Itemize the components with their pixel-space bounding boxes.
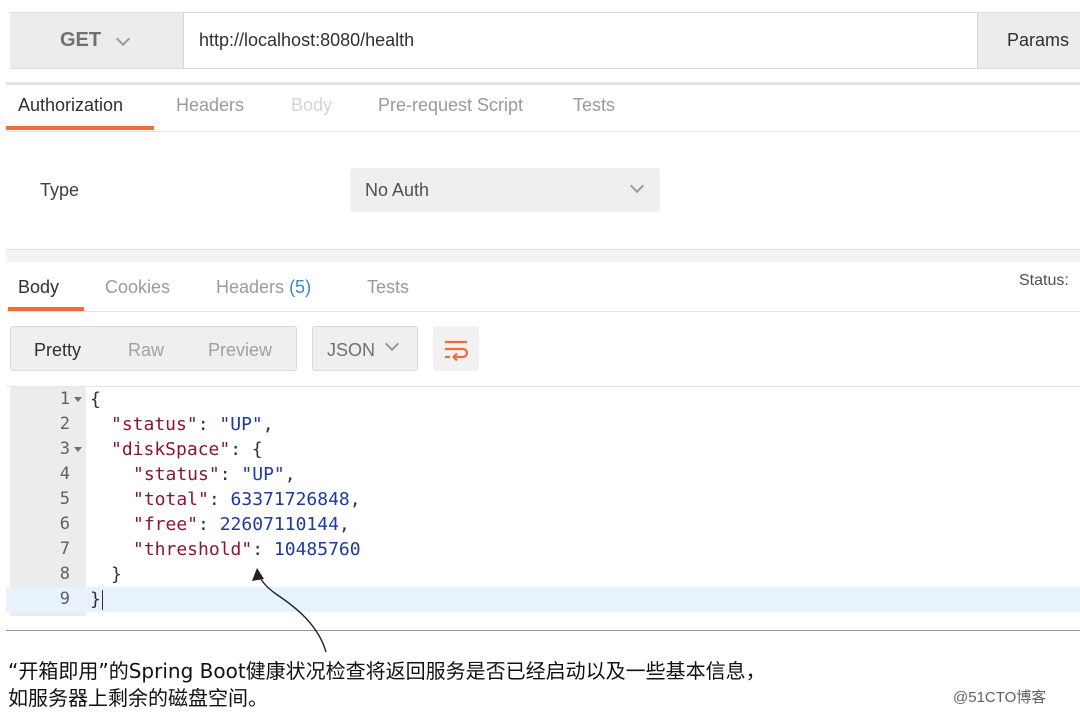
code-text: } <box>90 587 103 612</box>
text-cursor <box>101 590 103 610</box>
response-toolbar: Pretty Raw Preview JSON <box>6 312 1080 386</box>
line-number: 8 <box>59 564 70 584</box>
tab-pre-request-script[interactable]: Pre-request Script <box>378 95 523 116</box>
params-button[interactable]: Params <box>977 13 1080 68</box>
json-key: "status" <box>111 414 198 435</box>
chevron-down-icon <box>115 31 131 47</box>
tab-headers[interactable]: Headers <box>176 95 244 116</box>
tab-response-tests[interactable]: Tests <box>367 277 409 298</box>
auth-type-label: Type <box>40 180 80 200</box>
code-line: 2 "status": "UP", <box>6 412 1080 437</box>
code-line: 1 { <box>6 387 1080 412</box>
active-tab-indicator <box>8 307 84 311</box>
auth-panel: Type No Auth <box>6 132 1080 250</box>
view-preview-button[interactable]: Preview <box>208 340 272 361</box>
json-separator: : <box>219 464 242 485</box>
code-text: { <box>90 389 101 410</box>
active-tab-indicator <box>6 126 154 130</box>
auth-type-value: No Auth <box>365 180 430 200</box>
response-body-editor[interactable]: 1 { 2 "status": "UP", 3 "diskSpace": { 4… <box>6 386 1080 631</box>
view-raw-button[interactable]: Raw <box>128 340 164 361</box>
line-number: 7 <box>59 539 70 559</box>
json-key: "diskSpace" <box>111 439 231 460</box>
code-line: 8 } <box>6 562 1080 587</box>
tab-tests[interactable]: Tests <box>573 95 615 116</box>
status-label: Status: <box>1019 272 1069 289</box>
line-number: 3 <box>59 439 70 459</box>
code-text: "status": "UP", <box>111 412 274 437</box>
json-separator: : <box>197 414 220 435</box>
code-text: "status": "UP", <box>133 462 296 487</box>
method-dropdown[interactable]: GET <box>10 13 184 68</box>
json-punct: , <box>284 464 296 485</box>
json-key: "status" <box>133 464 220 485</box>
fold-toggle-icon[interactable] <box>74 447 82 452</box>
json-value: "UP" <box>241 464 285 485</box>
json-key: "total" <box>133 489 209 510</box>
code-line: 5 "total": 63371726848, <box>6 487 1080 512</box>
chevron-down-icon <box>629 178 645 194</box>
code-line: 6 "free": 22607110144, <box>6 512 1080 537</box>
auth-type-select[interactable]: No Auth <box>350 168 660 212</box>
code-text: "total": 63371726848, <box>133 487 361 512</box>
json-separator: : { <box>230 439 263 460</box>
code-text: "free": 22607110144, <box>133 512 350 537</box>
json-value: 22607110144 <box>219 514 339 535</box>
code-line: 3 "diskSpace": { <box>6 437 1080 462</box>
view-mode-switch: Pretty Raw Preview <box>10 326 297 371</box>
figure-caption: “开箱即用”的Spring Boot健康状况检查将返回服务是否已经启动以及一些基… <box>8 658 928 712</box>
view-pretty-button[interactable]: Pretty <box>34 340 81 361</box>
tab-response-body[interactable]: Body <box>18 277 59 298</box>
code-text: "threshold": 10485760 <box>133 537 361 562</box>
json-separator: : <box>208 489 231 510</box>
code-text: } <box>111 564 122 585</box>
tab-response-headers-label: Headers <box>216 277 285 297</box>
code-brace: } <box>90 589 101 610</box>
code-line: 7 "threshold": 10485760 <box>6 537 1080 562</box>
line-number: 6 <box>59 514 70 534</box>
json-key: "free" <box>133 514 199 535</box>
request-tabs: Authorization Headers Body Pre-request S… <box>6 82 1080 132</box>
caption-line-1: “开箱即用”的Spring Boot健康状况检查将返回服务是否已经启动以及一些基… <box>8 659 766 683</box>
line-number: 4 <box>59 464 70 484</box>
json-separator: : <box>252 539 274 560</box>
code-line-current: 9 } <box>6 587 1080 612</box>
format-dropdown[interactable]: JSON <box>312 326 418 371</box>
url-input[interactable]: http://localhost:8080/health <box>184 13 977 68</box>
json-value: "UP" <box>219 414 263 435</box>
json-punct: , <box>349 489 361 510</box>
json-key: "threshold" <box>133 539 253 560</box>
code-line: 4 "status": "UP", <box>6 462 1080 487</box>
tab-body[interactable]: Body <box>291 95 332 116</box>
code-text: "diskSpace": { <box>111 437 263 462</box>
tab-authorization[interactable]: Authorization <box>18 95 123 116</box>
wrap-lines-icon <box>445 340 469 362</box>
tab-response-headers[interactable]: Headers (5) <box>216 277 311 298</box>
headers-count-badge: (5) <box>289 277 312 297</box>
line-number: 9 <box>59 589 70 609</box>
watermark: @51CTO博客 <box>953 689 1047 706</box>
method-label: GET <box>60 29 102 51</box>
chevron-down-icon <box>384 336 400 352</box>
tab-cookies[interactable]: Cookies <box>105 277 170 298</box>
response-tabs: Body Cookies Headers (5) Tests Status: <box>6 250 1080 312</box>
line-number: 1 <box>59 389 70 409</box>
line-number: 2 <box>59 414 70 434</box>
json-punct: , <box>262 414 274 435</box>
format-label: JSON <box>327 340 376 360</box>
fold-toggle-icon[interactable] <box>74 397 82 402</box>
json-punct: , <box>338 514 350 535</box>
request-bar: GET http://localhost:8080/health Params <box>10 12 1080 69</box>
json-value: 10485760 <box>273 539 361 560</box>
line-number: 5 <box>59 489 70 509</box>
caption-line-2: 如服务器上剩余的磁盘空间。 <box>8 686 268 710</box>
wrap-lines-button[interactable] <box>433 326 479 371</box>
json-separator: : <box>198 514 220 535</box>
json-value: 63371726848 <box>230 489 350 510</box>
